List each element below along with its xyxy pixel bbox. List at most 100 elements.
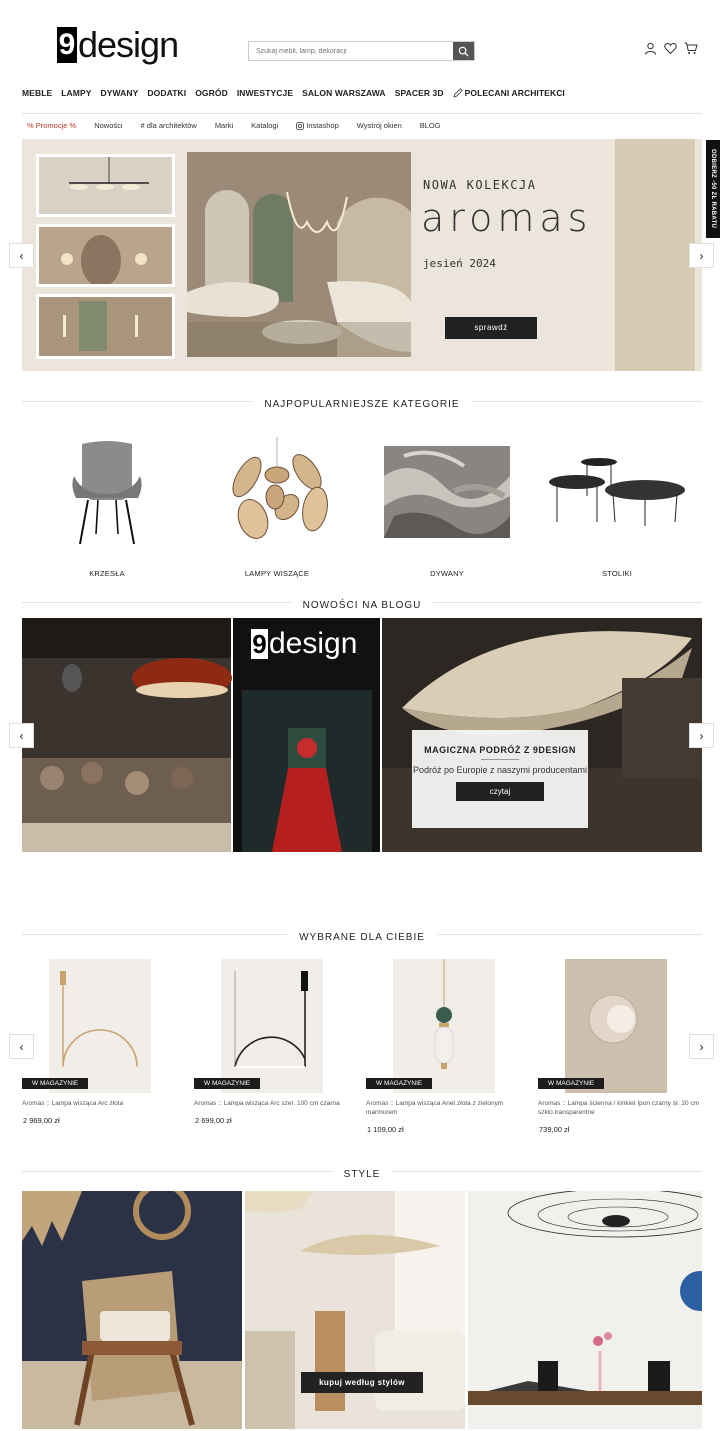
chair-image: [27, 433, 187, 551]
category-lampy-wiszace[interactable]: LAMPY WISZĄCE: [197, 433, 357, 578]
discount-side-tab[interactable]: ODBIERZ -50 ZŁ RABATU: [706, 140, 720, 238]
nav-label: POLECANI ARCHITEKCI: [464, 88, 565, 98]
hero-next-arrow[interactable]: ›: [689, 243, 714, 268]
subnav-instashop[interactable]: Instashop: [296, 121, 339, 130]
blog-card: MAGICZNA PODRÓŻ Z 9DESIGN Podróż po Euro…: [412, 730, 588, 828]
hero-button[interactable]: sprawdź: [445, 317, 537, 339]
subnav-katalogi[interactable]: Katalogi: [251, 121, 278, 130]
category-dywany[interactable]: DYWANY: [367, 433, 527, 578]
nav-item-dywany[interactable]: DYWANY: [101, 88, 139, 98]
subnav-nowosci[interactable]: Nowości: [94, 121, 122, 130]
style-tile-japandi[interactable]: [245, 1191, 465, 1429]
nav-divider: [22, 113, 702, 114]
product-price: 1 109,00 zł: [367, 1125, 404, 1134]
cart-icon[interactable]: [684, 42, 698, 55]
blog-card-text: Podróż po Europie z naszymi producentami: [412, 765, 588, 775]
blog-prev-arrow[interactable]: ‹: [9, 723, 34, 748]
subnav-promocje[interactable]: % Promocje %: [27, 121, 76, 130]
product-image: [565, 959, 667, 1093]
pendant-lamp-image: [197, 433, 357, 551]
category-label: DYWANY: [430, 569, 464, 578]
products-next-arrow[interactable]: ›: [689, 1034, 714, 1059]
nav-item-ogrod[interactable]: OGRÓD: [195, 88, 228, 98]
product-name[interactable]: Aromas :: Lampa wisząca Arc złota: [22, 1099, 192, 1108]
search-input[interactable]: [249, 42, 453, 60]
section-title-text: WYBRANE DLA CIEBIE: [287, 932, 437, 943]
products-prev-arrow[interactable]: ‹: [9, 1034, 34, 1059]
sub-nav: % Promocje % Nowości # dla architektów M…: [27, 121, 459, 130]
product-price: 739,00 zł: [539, 1125, 570, 1134]
product-price: 2 699,00 zł: [195, 1116, 232, 1125]
category-label: KRZESŁA: [89, 569, 125, 578]
blog-card-title: MAGICZNA PODRÓŻ Z 9DESIGN: [424, 745, 576, 755]
subnav-blog[interactable]: BLOG: [420, 121, 441, 130]
heart-icon[interactable]: [664, 42, 677, 55]
product-name[interactable]: Aromas :: Lampa wisząca Arc szer. 100 cm…: [194, 1099, 364, 1108]
category-stoliki[interactable]: STOLIKI: [537, 433, 697, 578]
site-header: 9 design: [0, 0, 720, 85]
category-label: LAMPY WISZĄCE: [244, 569, 310, 578]
user-icon[interactable]: [644, 42, 657, 55]
blog-card-divider: [481, 759, 519, 760]
nav-item-polecani-architekci[interactable]: POLECANI ARCHITEKCI: [452, 88, 565, 98]
section-title-text: NAJPOPULARNIEJSZE KATEGORIE: [252, 399, 472, 410]
coffee-table-image: [537, 433, 697, 551]
stock-badge: W MAGAZYNIE: [194, 1078, 261, 1089]
instagram-icon: [296, 121, 305, 130]
hero-thumb-1: [36, 154, 175, 217]
nav-item-lampy[interactable]: LAMPY: [61, 88, 91, 98]
nav-item-inwestycje[interactable]: INWESTYCJE: [237, 88, 293, 98]
product-name[interactable]: Aromas :: Lampa ścienna / kinkiet Ipon c…: [538, 1099, 708, 1117]
product-card[interactable]: W MAGAZYNIE Aromas :: Lampa wisząca Arc …: [194, 959, 364, 1125]
hero-accent-panel: [615, 139, 695, 371]
product-image: [49, 959, 151, 1093]
subnav-dla-architektow[interactable]: # dla architektów: [141, 121, 197, 130]
blog-logo-mark: 9: [251, 629, 268, 659]
style-tile-modern[interactable]: [468, 1191, 702, 1429]
hero-prev-arrow[interactable]: ‹: [9, 243, 34, 268]
logo-text: design: [78, 24, 179, 65]
subnav-wystroj-okien[interactable]: Wystrój okien: [357, 121, 402, 130]
product-card[interactable]: W MAGAZYNIE Aromas :: Lampa ścienna / ki…: [538, 959, 708, 1134]
nav-item-meble[interactable]: MEBLE: [22, 88, 52, 98]
nav-item-salon-warszawa[interactable]: SALON WARSZAWA: [302, 88, 386, 98]
search-icon: [458, 46, 469, 57]
hero-title: NOWA KOLEKCJA: [423, 178, 537, 192]
categories-heading: NAJPOPULARNIEJSZE KATEGORIE: [22, 394, 702, 410]
subnav-marki[interactable]: Marki: [215, 121, 233, 130]
search-button[interactable]: [453, 42, 474, 60]
hero-main-image: [187, 152, 411, 357]
product-name[interactable]: Aromas :: Lampa wisząca Anet złota z zie…: [366, 1099, 536, 1117]
stock-badge: W MAGAZYNIE: [22, 1078, 89, 1089]
subnav-label: Instashop: [306, 121, 339, 130]
product-price: 2 969,00 zł: [23, 1116, 60, 1125]
product-card[interactable]: W MAGAZYNIE Aromas :: Lampa wisząca Anet…: [366, 959, 536, 1134]
blog-logo-text: design: [269, 627, 358, 660]
hero-thumb-3: [36, 294, 175, 359]
hero-collection-name: aromas: [421, 196, 593, 240]
category-label: STOLIKI: [601, 569, 633, 578]
category-krzesla[interactable]: KRZESŁA: [27, 433, 187, 578]
pencil-icon: [452, 88, 463, 98]
blog-read-button[interactable]: czytaj: [456, 782, 544, 801]
hero-subtitle: jesień 2024: [423, 257, 496, 270]
hero-banner[interactable]: [22, 139, 702, 371]
stock-badge: W MAGAZYNIE: [538, 1078, 605, 1089]
logo[interactable]: 9 design: [57, 24, 179, 65]
main-nav: MEBLE LAMPY DYWANY DODATKI OGRÓD INWESTY…: [22, 88, 574, 98]
shop-by-style-button[interactable]: kupuj według stylów: [301, 1372, 423, 1393]
style-tile-boho[interactable]: [22, 1191, 242, 1429]
nav-item-spacer-3d[interactable]: SPACER 3D: [395, 88, 444, 98]
product-card[interactable]: W MAGAZYNIE Aromas :: Lampa wisząca Arc …: [22, 959, 192, 1125]
header-icons: [644, 42, 698, 55]
search-bar: [248, 41, 475, 61]
product-image: [393, 959, 495, 1093]
blog-next-arrow[interactable]: ›: [689, 723, 714, 748]
nav-item-dodatki[interactable]: DODATKI: [147, 88, 186, 98]
blog-banner[interactable]: 9 design: [22, 618, 702, 852]
blog-heading: NOWOŚCI NA BLOGU: [22, 595, 702, 611]
product-image: [221, 959, 323, 1093]
section-title-text: NOWOŚCI NA BLOGU: [290, 600, 434, 611]
stock-badge: W MAGAZYNIE: [366, 1078, 433, 1089]
styles-heading: STYLE: [22, 1164, 702, 1180]
